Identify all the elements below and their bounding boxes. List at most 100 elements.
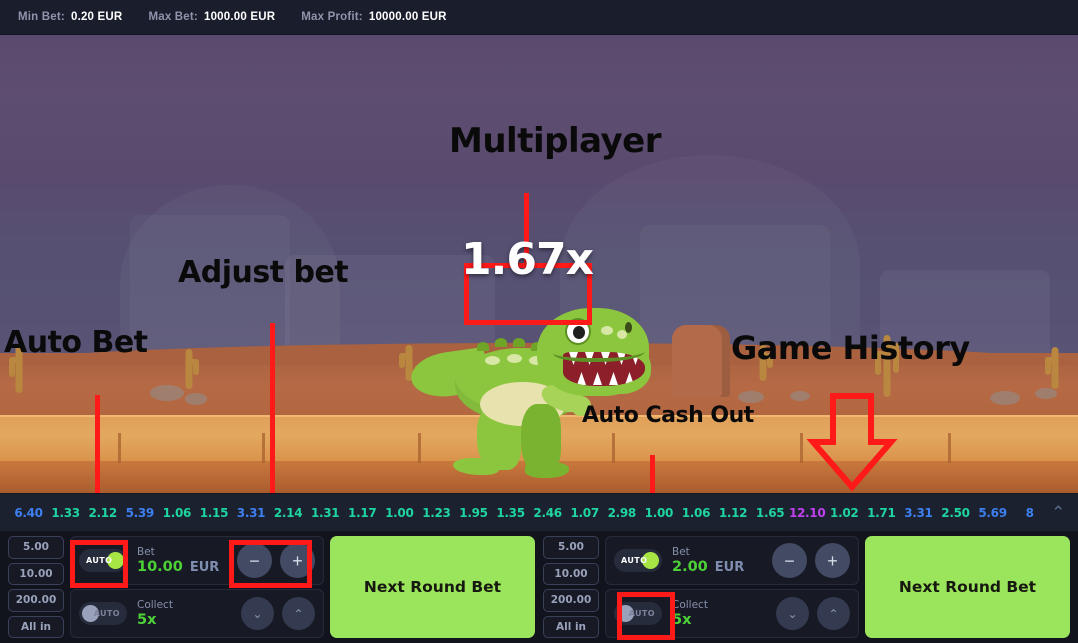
quick-bet-button[interactable]: 5.00 bbox=[8, 536, 64, 559]
max-profit-label: Max Profit: bbox=[301, 11, 363, 23]
next-round-bet-button-right[interactable]: Next Round Bet bbox=[865, 536, 1070, 638]
next-round-bet-button-left[interactable]: Next Round Bet bbox=[330, 536, 535, 638]
quick-bet-button[interactable]: 5.00 bbox=[543, 536, 599, 559]
collect-multiplier: 5x bbox=[137, 612, 157, 628]
quick-bet-button[interactable]: 10.00 bbox=[543, 562, 599, 585]
quick-bet-button[interactable]: 200.00 bbox=[8, 589, 64, 612]
bet-currency: EUR bbox=[189, 560, 220, 575]
history-item[interactable]: 3.31 bbox=[232, 506, 269, 520]
game-history-bar[interactable]: 6.40 1.33 2.12 5.39 1.06 1.15 3.31 2.14 … bbox=[0, 493, 1078, 531]
collect-label: Collect bbox=[672, 599, 708, 611]
history-item[interactable]: 1.06 bbox=[677, 506, 714, 520]
max-bet-group: Max Bet: 1000.00 EUR bbox=[148, 11, 275, 23]
history-item[interactable]: 1.65 bbox=[752, 506, 789, 520]
annotation-auto-cash-out-label: Auto Cash Out bbox=[582, 403, 754, 428]
history-item[interactable]: 1.71 bbox=[863, 506, 900, 520]
annotation-auto-bet-line bbox=[95, 395, 100, 493]
quick-bet-button[interactable]: 10.00 bbox=[8, 562, 64, 585]
auto-cashout-toggle-label: AUTO bbox=[93, 609, 120, 618]
collect-decrease-button[interactable]: ⌄ bbox=[241, 597, 274, 630]
history-item[interactable]: 1.02 bbox=[826, 506, 863, 520]
history-item[interactable]: 1.00 bbox=[381, 506, 418, 520]
bet-field-right[interactable]: Bet 2.00 EUR bbox=[672, 546, 762, 575]
bet-label: Bet bbox=[137, 546, 155, 558]
collect-row-left: AUTO Collect 5x ⌄ ⌃ bbox=[70, 589, 324, 638]
max-profit-group: Max Profit: 10000.00 EUR bbox=[301, 11, 446, 23]
bet-row-right: AUTO Bet 2.00 EUR − + bbox=[605, 536, 859, 585]
history-item[interactable]: 1.07 bbox=[566, 506, 603, 520]
collect-increase-button[interactable]: ⌃ bbox=[282, 597, 315, 630]
auto-cashout-toggle-left[interactable]: AUTO bbox=[79, 602, 127, 625]
ground-crack bbox=[418, 433, 421, 463]
quick-bet-all-in-button[interactable]: All in bbox=[8, 615, 64, 638]
history-item[interactable]: 12.10 bbox=[789, 506, 826, 520]
history-item[interactable]: 1.17 bbox=[344, 506, 381, 520]
min-bet-value: 0.20 EUR bbox=[70, 11, 123, 23]
history-item[interactable]: 1.31 bbox=[307, 506, 344, 520]
annotation-auto-bet-label: Auto Bet bbox=[4, 325, 148, 360]
max-profit-value: 10000.00 EUR bbox=[368, 11, 447, 23]
annotation-down-arrow-icon bbox=[806, 393, 898, 492]
history-item[interactable]: 1.00 bbox=[640, 506, 677, 520]
quick-bet-button[interactable]: 200.00 bbox=[543, 589, 599, 612]
ground-crack bbox=[118, 433, 121, 463]
bet-field-left[interactable]: Bet 10.00 EUR bbox=[137, 546, 227, 575]
collect-increase-button[interactable]: ⌃ bbox=[817, 597, 850, 630]
collect-field-right[interactable]: Collect 5x bbox=[672, 599, 766, 628]
history-item[interactable]: 1.95 bbox=[455, 506, 492, 520]
history-item[interactable]: 1.12 bbox=[714, 506, 751, 520]
annotation-multiplayer-label: Multiplayer bbox=[449, 121, 661, 161]
history-item[interactable]: 1.33 bbox=[47, 506, 84, 520]
ground-crack bbox=[948, 433, 951, 463]
bet-decrease-button[interactable]: − bbox=[772, 543, 807, 578]
dinosaur-character bbox=[408, 300, 660, 485]
multiplier-value: 1.67x bbox=[461, 233, 594, 285]
history-item[interactable]: 2.14 bbox=[270, 506, 307, 520]
auto-bet-toggle-label: AUTO bbox=[621, 556, 648, 565]
ground-crack bbox=[800, 433, 803, 463]
history-item[interactable]: 5.39 bbox=[121, 506, 158, 520]
history-item[interactable]: 1.23 bbox=[418, 506, 455, 520]
history-item[interactable]: 3.31 bbox=[900, 506, 937, 520]
max-bet-label: Max Bet: bbox=[148, 11, 198, 23]
bet-stepper-right: − + bbox=[772, 543, 850, 578]
chevron-up-icon[interactable]: ⌃ bbox=[1048, 503, 1068, 523]
annotation-adjust-bet-line bbox=[270, 323, 275, 493]
quick-bet-column-right: 5.00 10.00 200.00 All in bbox=[543, 536, 599, 638]
history-item[interactable]: 6.40 bbox=[10, 506, 47, 520]
annotation-box-auto-bet bbox=[70, 540, 128, 588]
collect-stepper-right: ⌄ ⌃ bbox=[776, 597, 850, 630]
collect-stepper-left: ⌄ ⌃ bbox=[241, 597, 315, 630]
history-item[interactable]: 8 bbox=[1011, 506, 1048, 520]
limits-bar: Min Bet: 0.20 EUR Max Bet: 1000.00 EUR M… bbox=[0, 0, 1078, 35]
bet-label: Bet bbox=[672, 546, 690, 558]
min-bet-group: Min Bet: 0.20 EUR bbox=[18, 11, 122, 23]
min-bet-label: Min Bet: bbox=[18, 11, 65, 23]
annotation-game-history-label: Game History bbox=[731, 329, 970, 367]
bet-amount: 10.00 bbox=[137, 559, 183, 575]
collect-decrease-button[interactable]: ⌄ bbox=[776, 597, 809, 630]
history-item[interactable]: 2.12 bbox=[84, 506, 121, 520]
history-item[interactable]: 1.06 bbox=[158, 506, 195, 520]
game-screen: Min Bet: 0.20 EUR Max Bet: 1000.00 EUR M… bbox=[0, 0, 1078, 643]
rock-formation bbox=[672, 325, 730, 397]
small-rock bbox=[990, 391, 1020, 405]
history-item[interactable]: 2.98 bbox=[603, 506, 640, 520]
quick-bet-all-in-button[interactable]: All in bbox=[543, 615, 599, 638]
max-bet-value: 1000.00 EUR bbox=[203, 11, 276, 23]
bet-amount: 2.00 bbox=[672, 559, 708, 575]
auto-bet-toggle-right[interactable]: AUTO bbox=[614, 549, 662, 572]
bet-increase-button[interactable]: + bbox=[815, 543, 850, 578]
annotation-adjust-bet-label: Adjust bet bbox=[178, 255, 349, 290]
annotation-box-auto-cash-out bbox=[617, 592, 675, 640]
cactus-icon bbox=[1044, 347, 1066, 389]
history-item[interactable]: 1.15 bbox=[195, 506, 232, 520]
history-item[interactable]: 1.35 bbox=[492, 506, 529, 520]
collect-field-left[interactable]: Collect 5x bbox=[137, 599, 231, 628]
history-item[interactable]: 2.50 bbox=[937, 506, 974, 520]
bet-panels: 5.00 10.00 200.00 All in AUTO Bet 10.00 … bbox=[0, 531, 1078, 643]
small-rock bbox=[1035, 388, 1057, 399]
history-item[interactable]: 2.46 bbox=[529, 506, 566, 520]
cactus-icon bbox=[178, 349, 200, 389]
history-item[interactable]: 5.69 bbox=[974, 506, 1011, 520]
